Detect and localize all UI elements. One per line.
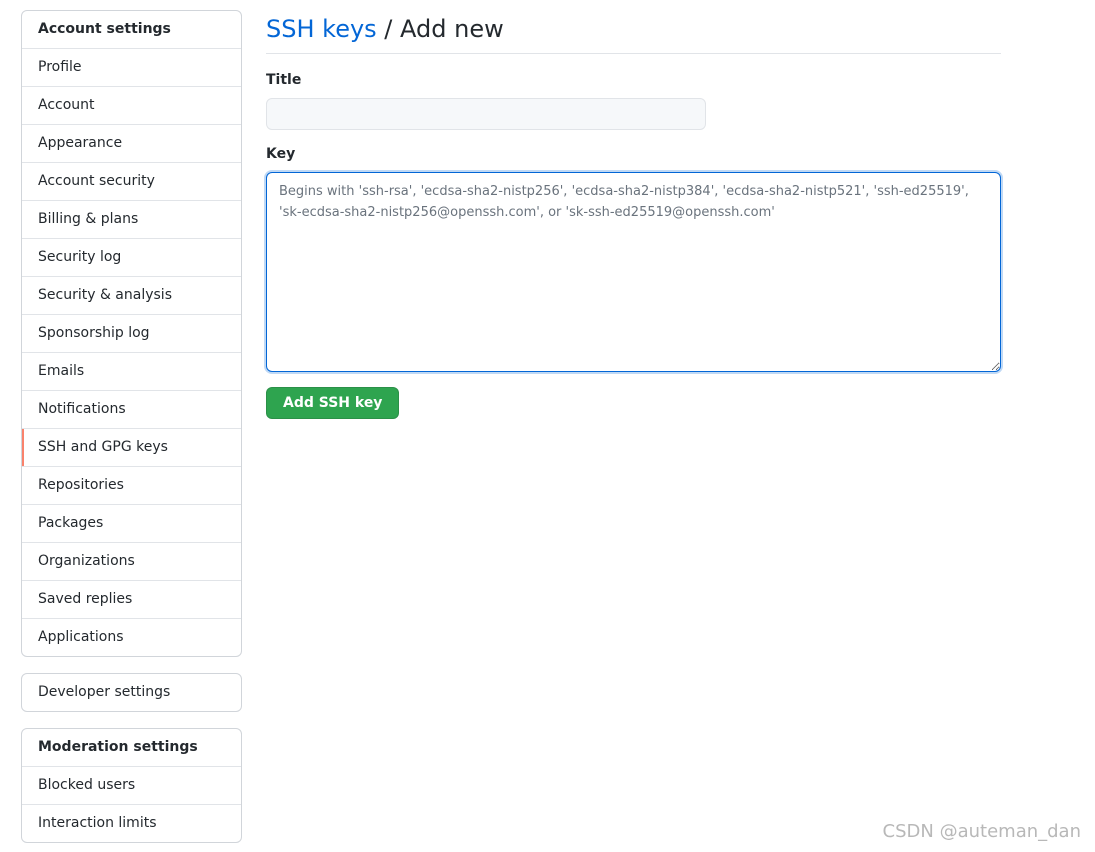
title-input[interactable] [266, 98, 706, 130]
sidebar-item-security-log[interactable]: Security log [22, 239, 241, 277]
sidebar-item-saved-replies[interactable]: Saved replies [22, 581, 241, 619]
key-textarea[interactable] [266, 172, 1001, 372]
title-label: Title [266, 72, 302, 88]
sidebar-item-applications[interactable]: Applications [22, 619, 241, 656]
sidebar-item-appearance[interactable]: Appearance [22, 125, 241, 163]
sidebar-item-account[interactable]: Account [22, 87, 241, 125]
sidebar-item-developer-settings[interactable]: Developer settings [22, 674, 241, 711]
main-content: SSH keys / Add new Title Key Add SSH key [266, 10, 1001, 419]
moderation-settings-menu: Moderation settings Blocked users Intera… [21, 728, 242, 843]
add-ssh-key-button[interactable]: Add SSH key [266, 387, 400, 419]
sidebar-item-blocked-users[interactable]: Blocked users [22, 767, 241, 805]
sidebar-item-billing-plans[interactable]: Billing & plans [22, 201, 241, 239]
developer-settings-menu: Developer settings [21, 673, 242, 712]
key-label: Key [266, 146, 296, 162]
watermark: CSDN @auteman_dan [882, 821, 1081, 842]
account-settings-menu: Account settings Profile Account Appeara… [21, 10, 242, 657]
sidebar-item-packages[interactable]: Packages [22, 505, 241, 543]
settings-page: Account settings Profile Account Appeara… [0, 0, 1095, 852]
sidebar-item-repositories[interactable]: Repositories [22, 467, 241, 505]
sidebar-item-security-analysis[interactable]: Security & analysis [22, 277, 241, 315]
sidebar-item-ssh-gpg-keys[interactable]: SSH and GPG keys [22, 429, 241, 467]
sidebar-item-interaction-limits[interactable]: Interaction limits [22, 805, 241, 842]
breadcrumb-current: Add new [400, 15, 504, 43]
sidebar-item-emails[interactable]: Emails [22, 353, 241, 391]
moderation-settings-heading: Moderation settings [22, 729, 241, 767]
sidebar-item-notifications[interactable]: Notifications [22, 391, 241, 429]
account-settings-heading: Account settings [22, 11, 241, 49]
sidebar-item-account-security[interactable]: Account security [22, 163, 241, 201]
breadcrumb-separator: / [376, 15, 401, 43]
page-title: SSH keys / Add new [266, 10, 1001, 54]
sidebar-item-profile[interactable]: Profile [22, 49, 241, 87]
sidebar-item-sponsorship-log[interactable]: Sponsorship log [22, 315, 241, 353]
breadcrumb-ssh-keys-link[interactable]: SSH keys [266, 15, 377, 43]
sidebar-item-organizations[interactable]: Organizations [22, 543, 241, 581]
